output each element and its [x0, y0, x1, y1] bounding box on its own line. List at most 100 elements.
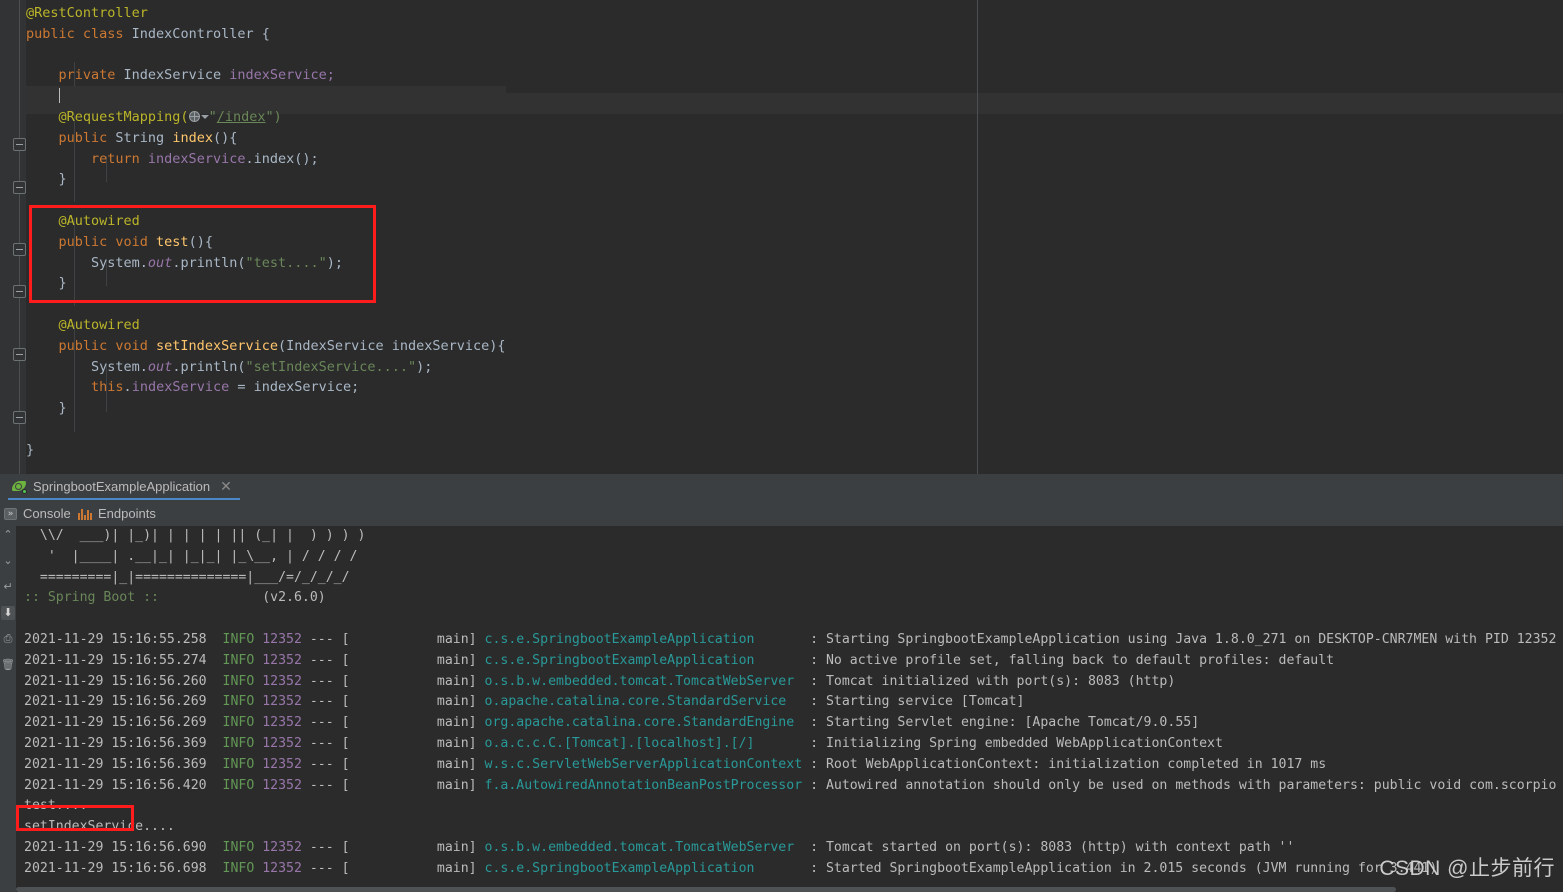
log-timestamp: 2021-11-29 15:16:56.260 — [24, 673, 223, 689]
print-icon[interactable]: ⎙ — [1, 632, 15, 646]
code-line: System.out.println("test...."); — [26, 253, 506, 274]
log-separator: --- [ — [301, 673, 350, 689]
code-token: } — [26, 275, 67, 292]
log-thread: main] — [349, 735, 485, 751]
tab-console[interactable]: » Console — [4, 501, 71, 526]
log-timestamp: 2021-11-29 15:16:56.698 — [24, 860, 223, 876]
code-line: public String index(){ — [26, 128, 506, 149]
chevron-down-icon[interactable] — [200, 114, 209, 119]
log-level: INFO — [222, 631, 255, 647]
tab-endpoints[interactable]: Endpoints — [78, 501, 156, 526]
code-token: = indexService; — [229, 379, 360, 396]
code-token: indexService — [147, 150, 246, 167]
console-banner-line: \\/ ___)| |_)| | | | | || (_| | ) ) ) ) — [24, 528, 366, 543]
code-line: public class IndexController { — [26, 24, 506, 45]
log-thread: main] — [349, 756, 485, 772]
console-stdout-text: setIndexService.... — [24, 819, 175, 835]
log-thread: main] — [349, 694, 485, 710]
console-stdout-line: test.... — [16, 796, 1556, 817]
console-output[interactable]: \\/ ___)| |_)| | | | | || (_| | ) ) ) ) … — [16, 526, 1563, 892]
code-text[interactable]: @RestController public class IndexControl… — [26, 0, 506, 461]
log-message: : Starting Servlet engine: [Apache Tomca… — [810, 715, 1200, 731]
gutter-thread-line — [19, 0, 20, 474]
code-token: IndexService — [123, 67, 230, 84]
log-logger: f.a.AutowiredAnnotationBeanPostProcessor — [484, 777, 803, 793]
code-line: @Autowired — [26, 315, 506, 336]
console-log-line: 2021-11-29 15:16:55.258 INFO 12352 --- [… — [16, 630, 1556, 651]
code-token: this — [26, 379, 124, 396]
log-timestamp: 2021-11-29 15:16:56.369 — [24, 756, 223, 772]
code-token: } — [26, 400, 67, 417]
clear-all-icon[interactable]: 🗑 — [1, 658, 15, 672]
code-line: public void setIndexService(IndexService… — [26, 336, 506, 357]
soft-wrap-icon[interactable]: ↵ — [1, 580, 15, 594]
code-token: setIndexService — [156, 337, 278, 354]
log-separator: --- [ — [301, 860, 350, 876]
scroll-to-end-icon[interactable]: ⬇ — [1, 606, 15, 620]
run-tool-window: SpringbootExampleApplication ✕ » Console… — [0, 474, 1563, 892]
log-message: : Autowired annotation should only be us… — [810, 777, 1557, 793]
code-token: " — [208, 108, 217, 125]
log-level: INFO — [222, 756, 255, 772]
code-token: ") — [265, 108, 282, 125]
console-log-line: 2021-11-29 15:16:55.274 INFO 12352 --- [… — [16, 651, 1556, 672]
spring-boot-version-line: :: Spring Boot :: (v2.6.0) — [16, 588, 1556, 609]
fold-marker-collapse[interactable] — [13, 138, 26, 151]
console-log-line: 2021-11-29 15:16:56.420 INFO 12352 --- [… — [16, 776, 1556, 797]
scroll-up-icon[interactable]: ⌃ — [1, 528, 15, 542]
log-thread: main] — [349, 673, 485, 689]
horizontal-scrollbar[interactable] — [16, 886, 1563, 892]
fold-marker-collapse[interactable] — [13, 243, 26, 256]
code-token: "setIndexService...." — [245, 358, 417, 375]
code-token: /index — [216, 108, 266, 125]
log-message: : Root WebApplicationContext: initializa… — [810, 756, 1327, 772]
log-level: INFO — [222, 673, 255, 689]
right-margin-guide — [977, 0, 978, 474]
log-separator: --- [ — [301, 756, 350, 772]
code-token: ); — [416, 358, 433, 375]
log-level: INFO — [222, 735, 255, 751]
fold-marker-expand[interactable] — [13, 411, 26, 424]
run-tab-springboot-example-application[interactable]: SpringbootExampleApplication ✕ — [8, 474, 240, 500]
console-icon: » — [4, 507, 17, 520]
code-token: IndexController { — [131, 25, 270, 42]
code-token: index — [172, 129, 213, 146]
log-separator: --- [ — [301, 735, 350, 751]
tab-console-label: Console — [23, 506, 71, 521]
fold-marker-expand[interactable] — [13, 285, 26, 298]
editor-gutter[interactable] — [0, 0, 26, 474]
code-token: indexService — [131, 379, 230, 396]
code-token: (){ — [188, 233, 213, 250]
log-message: : Initializing Spring embedded WebApplic… — [810, 735, 1223, 751]
code-token: @RequestMapping( — [26, 108, 189, 125]
log-thread: main] — [349, 839, 485, 855]
log-level: INFO — [222, 715, 255, 731]
code-token: .println( — [172, 254, 246, 271]
log-padding — [755, 653, 811, 668]
log-thread: main] — [349, 777, 485, 793]
log-logger: o.apache.catalina.core.StandardService — [484, 694, 787, 710]
code-token: "test...." — [245, 254, 327, 271]
code-token: . — [123, 379, 132, 396]
fold-marker-expand[interactable] — [13, 181, 26, 194]
code-token: public — [26, 129, 116, 146]
console-log-line: 2021-11-29 15:16:56.698 INFO 12352 --- [… — [16, 859, 1556, 880]
csdn-watermark: CSDN @止步前行 — [1379, 857, 1555, 880]
horizontal-scrollbar-thumb[interactable] — [16, 887, 1396, 892]
log-level: INFO — [222, 652, 255, 668]
code-editor[interactable]: @RestController public class IndexControl… — [0, 0, 1563, 474]
close-icon[interactable]: ✕ — [220, 479, 232, 493]
log-pid: 12352 — [262, 673, 302, 689]
log-logger: c.s.e.SpringbootExampleApplication — [484, 652, 755, 668]
log-logger: c.s.e.SpringbootExampleApplication — [484, 631, 755, 647]
run-sub-tab-bar: » Console Endpoints — [0, 501, 1563, 526]
console-lines: \\/ ___)| |_)| | | | | || (_| | ) ) ) ) … — [16, 526, 1556, 880]
globe-icon[interactable] — [188, 110, 200, 122]
scroll-down-icon[interactable]: ⌄ — [1, 554, 15, 568]
code-line — [26, 86, 506, 107]
code-line: } — [26, 398, 506, 419]
fold-marker-collapse[interactable] — [13, 348, 26, 361]
log-logger: o.s.b.w.embedded.tomcat.TomcatWebServer — [484, 673, 795, 689]
